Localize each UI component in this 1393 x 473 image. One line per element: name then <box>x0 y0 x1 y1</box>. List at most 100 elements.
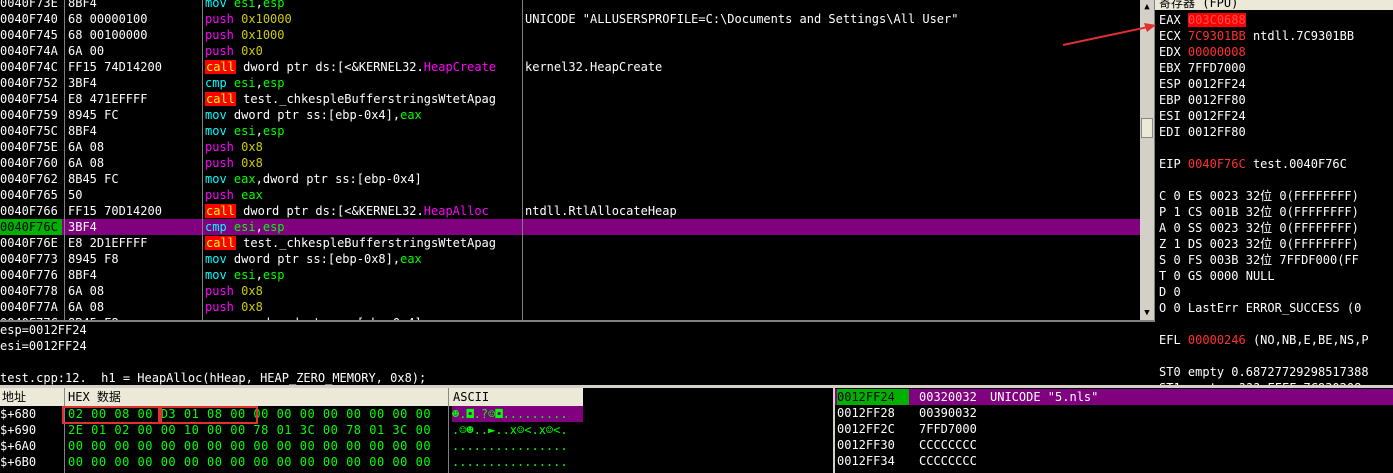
dump-row[interactable]: $+6A0 00 00 00 00 00 00 00 00 00 00 00 00… <box>0 438 583 454</box>
disasm-row[interactable]: 0040F760 6A 08 push 0x8 <box>0 155 1140 171</box>
disasm-row[interactable]: 0040F776 8BF4 mov esi,esp <box>0 267 1140 283</box>
disasm-row[interactable]: 0040F73E 8BF4 mov esi,esp <box>0 0 1140 11</box>
stack-address[interactable]: 0012FF30 <box>837 437 909 453</box>
disasm-instruction[interactable]: call test._chkespleBufferstringsWtetApag <box>205 91 521 107</box>
disasm-row[interactable]: 0040F778 6A 08 push 0x8 <box>0 283 1140 299</box>
disasm-address[interactable]: 0040F766 <box>0 203 62 219</box>
disasm-address[interactable]: 0040F77A <box>0 299 62 315</box>
register-row[interactable]: EFL 00000246 (NO,NB,E,BE,NS,P <box>1159 332 1369 348</box>
disasm-instruction[interactable]: cmp esi,esp <box>205 219 521 235</box>
disasm-instruction[interactable]: mov dword ptr ss:[ebp-0x4],eax <box>205 107 521 123</box>
register-value[interactable]: 7C9301BB <box>1188 29 1246 43</box>
stack-row[interactable]: 0012FF2C 7FFD7000 <box>835 421 1393 437</box>
disasm-address[interactable]: 0040F759 <box>0 107 62 123</box>
dump-header-address[interactable]: 地址 <box>2 389 26 405</box>
register-row[interactable]: ESP 0012FF24 <box>1159 76 1246 92</box>
disasm-address[interactable]: 0040F765 <box>0 187 62 203</box>
disasm-row[interactable]: 0040F773 8945 F8 mov dword ptr ss:[ebp-0x8… <box>0 251 1140 267</box>
register-row[interactable]: O 0 LastErr ERROR_SUCCESS (0 <box>1159 300 1361 316</box>
disasm-address[interactable]: 0040F776 <box>0 267 62 283</box>
register-value[interactable]: FS 003B 32位 7FFDF000(FF <box>1188 253 1359 267</box>
stack-value[interactable]: 7FFD7000 <box>919 421 989 437</box>
register-value[interactable]: 00000246 <box>1188 333 1246 347</box>
register-value[interactable]: GS 0000 NULL <box>1188 269 1275 283</box>
disasm-instruction[interactable]: push eax <box>205 187 521 203</box>
stack-value[interactable]: CCCCCCCC <box>919 453 989 469</box>
dump-address[interactable]: $+690 <box>0 422 62 438</box>
disasm-row[interactable]: 0040F75C 8BF4 mov esi,esp <box>0 123 1140 139</box>
disasm-instruction[interactable]: call dword ptr ds:[<&KERNEL32.HeapAlloc <box>205 203 521 219</box>
stack-value[interactable]: CCCCCCCC <box>919 437 989 453</box>
register-value[interactable]: SS 0023 32位 0(FFFFFFFF) <box>1188 221 1359 235</box>
disasm-address[interactable]: 0040F74C <box>0 59 62 75</box>
disasm-row[interactable]: 0040F759 8945 FC mov dword ptr ss:[ebp-0x4… <box>0 107 1140 123</box>
disasm-row[interactable]: 0040F76E E8 2D1EFFFF call test._chkespleBu… <box>0 235 1140 251</box>
dump-address[interactable]: $+6B0 <box>0 454 62 470</box>
dump-hex-bytes[interactable]: 2E 01 02 00 00 10 00 00 78 01 3C 00 78 0… <box>68 422 448 438</box>
dump-address[interactable]: $+6A0 <box>0 438 62 454</box>
register-row[interactable]: Z 1 DS 0023 32位 0(FFFFFFFF) <box>1159 236 1359 252</box>
disasm-row[interactable]: 0040F74C FF15 74D14200 call dword ptr ds:[… <box>0 59 1140 75</box>
register-value[interactable]: 0012FF24 <box>1188 77 1246 91</box>
disasm-address[interactable]: 0040F778 <box>0 283 62 299</box>
disasm-address[interactable]: 0040F754 <box>0 91 62 107</box>
disassembly-pane[interactable]: 0040F73E 8BF4 mov esi,esp 0040F740 68 000001… <box>0 0 1140 320</box>
register-value[interactable]: 0012FF80 <box>1188 93 1246 107</box>
register-value[interactable]: 0012FF80 <box>1188 125 1246 139</box>
disasm-instruction[interactable]: call test._chkespleBufferstringsWtetApag <box>205 235 521 251</box>
disasm-instruction[interactable]: push 0x8 <box>205 139 521 155</box>
dump-row[interactable]: $+690 2E 01 02 00 00 10 00 00 78 01 3C 00… <box>0 422 583 438</box>
register-value[interactable]: LastErr ERROR_SUCCESS (0 <box>1188 301 1361 315</box>
disasm-address[interactable]: 0040F75C <box>0 123 62 139</box>
disasm-address[interactable]: 0040F760 <box>0 155 62 171</box>
register-row[interactable]: EAX 003C0688 <box>1159 12 1246 28</box>
register-row[interactable]: T 0 GS 0000 NULL <box>1159 268 1275 284</box>
disasm-instruction[interactable]: call dword ptr ds:[<&KERNEL32.HeapCreate <box>205 59 521 75</box>
registers-pane[interactable]: 寄存器 (FPU) EAX 003C0688 ECX 7C9301BB ntdll… <box>1155 0 1393 385</box>
disasm-instruction[interactable]: push 0x8 <box>205 299 521 315</box>
register-row[interactable]: P 1 CS 001B 32位 0(FFFFFFFF) <box>1159 204 1359 220</box>
disasm-address[interactable]: 0040F762 <box>0 171 62 187</box>
disasm-row[interactable]: 0040F766 FF15 70D14200 call dword ptr ds:[… <box>0 203 1140 219</box>
disasm-instruction[interactable]: push 0x1000 <box>205 27 521 43</box>
disasm-instruction[interactable]: push 0x0 <box>205 43 521 59</box>
stack-pane[interactable]: 0012FF24 00320032 UNICODE "5.nls" 0012FF28 0… <box>835 388 1393 473</box>
register-row[interactable]: ECX 7C9301BB ntdll.7C9301BB <box>1159 28 1354 44</box>
dump-header-ascii[interactable]: ASCII <box>453 389 489 405</box>
register-row[interactable]: A 0 SS 0023 32位 0(FFFFFFFF) <box>1159 220 1359 236</box>
dump-ascii[interactable]: ................ <box>452 454 583 470</box>
dump-ascii[interactable]: .☺☻..►..x☺<.x☺<. <box>452 422 583 438</box>
register-row[interactable]: C 0 ES 0023 32位 0(FFFFFFFF) <box>1159 188 1359 204</box>
register-row[interactable]: EDI 0012FF80 <box>1159 124 1246 140</box>
disasm-instruction[interactable]: mov esi,esp <box>205 0 521 11</box>
register-row[interactable]: ESI 0012FF24 <box>1159 108 1246 124</box>
register-value[interactable]: 0040F76C <box>1188 157 1246 171</box>
disasm-address[interactable]: 0040F773 <box>0 251 62 267</box>
dump-hex-bytes[interactable]: 00 00 00 00 00 00 00 00 00 00 00 00 00 0… <box>68 438 448 454</box>
dump-ascii[interactable]: ☻.◘.?☺◘......... <box>452 406 583 422</box>
disasm-row[interactable]: 0040F740 68 00000100 push 0x10000 UNICODE "… <box>0 11 1140 27</box>
disasm-instruction[interactable]: mov esi,esp <box>205 267 521 283</box>
register-value[interactable]: 003C0688 <box>1187 13 1246 27</box>
disasm-address[interactable]: 0040F74A <box>0 43 62 59</box>
stack-address[interactable]: 0012FF28 <box>837 405 909 421</box>
stack-address[interactable]: 0012FF24 <box>837 389 909 405</box>
disasm-row[interactable]: 0040F754 E8 471EFFFF call test._chkespleBu… <box>0 91 1140 107</box>
register-row[interactable]: EIP 0040F76C test.0040F76C <box>1159 156 1347 172</box>
disasm-address[interactable]: 0040F745 <box>0 27 62 43</box>
stack-value[interactable]: 00320032 <box>919 389 989 405</box>
dump-ascii[interactable]: ................ <box>452 438 583 454</box>
disasm-address[interactable]: 0040F76C <box>0 219 62 235</box>
disasm-instruction[interactable]: mov dword ptr ss:[ebp-0x8],eax <box>205 251 521 267</box>
disasm-row[interactable]: 0040F765 50 push eax <box>0 187 1140 203</box>
stack-value[interactable]: 00390032 <box>919 405 989 421</box>
register-row[interactable]: S 0 FS 003B 32位 7FFDF000(FF <box>1159 252 1359 268</box>
register-value[interactable]: DS 0023 32位 0(FFFFFFFF) <box>1188 237 1359 251</box>
register-row[interactable]: EDX 00000008 <box>1159 44 1246 60</box>
dump-address[interactable]: $+680 <box>0 406 62 422</box>
register-value[interactable]: ES 0023 32位 0(FFFFFFFF) <box>1188 189 1359 203</box>
disasm-row[interactable]: 0040F75E 6A 08 push 0x8 <box>0 139 1140 155</box>
register-row[interactable]: EBX 7FFD7000 <box>1159 60 1246 76</box>
stack-address[interactable]: 0012FF2C <box>837 421 909 437</box>
disasm-row[interactable]: 0040F74A 6A 00 push 0x0 <box>0 43 1140 59</box>
